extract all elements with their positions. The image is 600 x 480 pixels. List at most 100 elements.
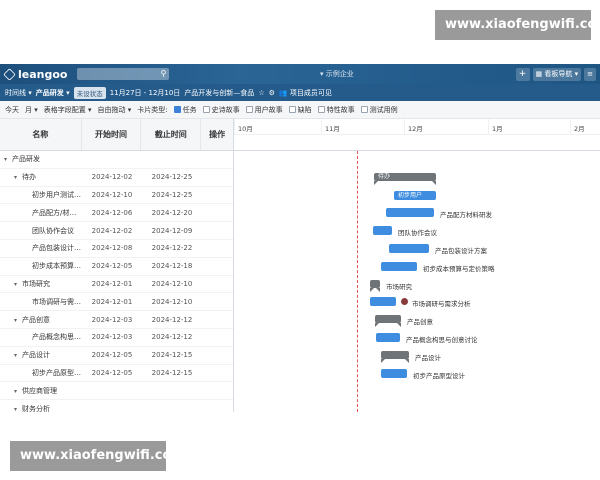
table-row[interactable]: ▾ 财务分析	[0, 400, 233, 412]
assignee-avatar[interactable]	[401, 298, 408, 306]
table-row[interactable]: 产品包装设计方案 2024-12-08 2024-12-22	[0, 240, 233, 258]
members-visibility[interactable]: 👥 项目成员可见	[279, 88, 332, 98]
field-config-select[interactable]: 表格字段配置 ▾	[44, 105, 92, 115]
table-row[interactable]: 市场调研与需求... 2024-12-01 2024-12-10	[0, 293, 233, 312]
filter-4[interactable]: 特性故事	[317, 105, 355, 115]
scale-select[interactable]: 月 ▾	[25, 105, 38, 115]
bar-label: 产品配方材料研发	[440, 211, 492, 220]
table-row[interactable]: 产品配方/材料研发 2024-12-06 2024-12-20	[0, 204, 233, 223]
task-bar[interactable]: 初步用户	[394, 190, 436, 200]
row-name[interactable]: 市场调研与需求...	[0, 297, 82, 307]
row-name[interactable]: ▾ 供应商管理	[0, 386, 82, 396]
menu-button[interactable]: ≡	[584, 67, 596, 81]
today-line	[357, 151, 358, 412]
collapse-icon[interactable]: ▾	[14, 317, 22, 324]
project-label: 产品研发	[35, 88, 64, 97]
filter-3[interactable]: 缺陷	[288, 105, 312, 115]
row-end: 2024-12-18	[151, 262, 193, 271]
row-name-text: 财务分析	[22, 404, 50, 412]
month-label: 12月	[408, 125, 423, 133]
search-icon[interactable]: ⚲	[161, 69, 167, 78]
group-bar[interactable]	[370, 279, 380, 292]
row-name[interactable]: 初步成本预算与...	[0, 261, 82, 271]
row-name[interactable]: ▾ 产品研发	[0, 154, 82, 164]
collapse-icon[interactable]: ▾	[14, 174, 22, 181]
row-name[interactable]: 产品概念构思与...	[0, 332, 82, 342]
bar-label: 产品包装设计方案	[435, 247, 487, 255]
filter-0[interactable]: 任务	[173, 105, 197, 115]
today-button[interactable]: 今天	[5, 105, 19, 115]
table-row[interactable]: ▾ 产品研发	[0, 151, 233, 169]
row-start: 2024-12-01	[91, 279, 133, 288]
table-row[interactable]: ▾ 待办 2024-12-02 2024-12-25	[0, 169, 233, 187]
table-row[interactable]: ▾ 市场研究 2024-12-01 2024-12-10	[0, 276, 233, 294]
row-name[interactable]: ▾ 产品创意	[0, 315, 82, 325]
checkbox[interactable]	[173, 106, 181, 113]
table-row[interactable]: ▾ 产品设计 2024-12-05 2024-12-15	[0, 347, 233, 365]
task-bar[interactable]	[386, 208, 434, 218]
checkbox[interactable]	[288, 106, 296, 113]
group-bar[interactable]	[381, 350, 409, 363]
row-name[interactable]: 团队协作会议	[0, 226, 82, 236]
row-name[interactable]: ▾ 市场研究	[0, 279, 82, 289]
row-name[interactable]: ▾ 财务分析	[0, 404, 82, 412]
col-start[interactable]: 开始时间	[82, 119, 142, 150]
task-bar[interactable]	[376, 333, 400, 342]
task-table: 名称 开始时间 截止时间 操作 ▾ 产品研发 ▾ 待办 2024-12-02 2024-1…	[0, 119, 234, 412]
task-bar[interactable]	[373, 226, 392, 236]
col-end[interactable]: 截止时间	[141, 119, 202, 150]
row-name-text: 产品研发	[12, 155, 40, 164]
board-path[interactable]: 产品开发与创新—食品	[184, 88, 254, 98]
people-icon: 👥	[278, 88, 288, 97]
row-name[interactable]: ▾ 产品设计	[0, 350, 82, 360]
table-row[interactable]: ▾ 供应商管理	[0, 382, 233, 401]
month-label: 2月	[574, 125, 585, 133]
checkbox[interactable]	[202, 106, 210, 113]
settings-icon[interactable]: ⚙	[269, 89, 275, 97]
view-switcher[interactable]: 时间线 ▾	[5, 88, 32, 98]
group-bar[interactable]	[375, 315, 401, 328]
row-name[interactable]: 产品包装设计方案	[0, 243, 82, 253]
table-row[interactable]: 初步用户测试与... 2024-12-10 2024-12-25	[0, 187, 233, 205]
row-name[interactable]: ▾ 待办	[0, 172, 82, 182]
drag-mode-select[interactable]: 自由拖动 ▾	[98, 105, 132, 115]
collapse-icon[interactable]: ▾	[14, 281, 22, 288]
menu-icon: ≡	[587, 70, 593, 78]
task-bar[interactable]	[381, 261, 417, 271]
collapse-icon[interactable]: ▾	[14, 352, 22, 359]
checkbox[interactable]	[245, 106, 253, 113]
org-switcher[interactable]: ▾ 示例企业	[320, 69, 354, 79]
add-button[interactable]: +	[515, 67, 530, 81]
table-row[interactable]: 产品概念构思与... 2024-12-03 2024-12-12	[0, 329, 233, 347]
search-input[interactable]: ⚲	[77, 68, 170, 80]
group-bar[interactable]: 待办	[374, 172, 436, 185]
star-icon[interactable]: ☆	[258, 89, 264, 97]
table-row[interactable]: 初步成本预算与... 2024-12-05 2024-12-18	[0, 258, 233, 276]
table-row[interactable]: 团队协作会议 2024-12-02 2024-12-09	[0, 222, 233, 240]
project-switcher[interactable]: 产品研发 ▾	[36, 88, 70, 98]
filter-1[interactable]: 史诗故事	[202, 105, 240, 115]
col-name[interactable]: 名称	[0, 119, 82, 150]
row-name[interactable]: 初步产品原型设计	[0, 368, 82, 378]
checkbox[interactable]	[360, 106, 368, 113]
row-name-text: 市场研究	[22, 279, 50, 288]
table-row[interactable]: ▾ 产品创意 2024-12-03 2024-12-12	[0, 311, 233, 329]
filter-5[interactable]: 测试用例	[360, 105, 398, 115]
board-nav-button[interactable]: ▦ 看板导航 ▾	[532, 67, 582, 81]
row-name[interactable]: 初步用户测试与...	[0, 190, 82, 200]
collapse-icon[interactable]: ▾	[14, 388, 22, 395]
logo[interactable]: leangoo	[3, 68, 67, 81]
filter-2[interactable]: 用户故事	[245, 105, 283, 115]
status-badge[interactable]: 未设状态	[73, 86, 106, 99]
month-divider	[321, 119, 322, 135]
timeline-pane[interactable]: 10月 11月 12月 1月 2月 待办 初步用户 产品配方材料研发 团队协作会议 产品包装设计…	[234, 119, 600, 412]
collapse-icon[interactable]: ▾	[4, 156, 12, 163]
collapse-icon[interactable]: ▾	[14, 406, 22, 412]
row-end: 2024-12-12	[151, 315, 193, 324]
checkbox[interactable]	[317, 106, 325, 113]
table-row[interactable]: 初步产品原型设计 2024-12-05 2024-12-15	[0, 365, 233, 383]
row-name[interactable]: 产品配方/材料研发	[0, 208, 82, 218]
task-bar[interactable]	[389, 244, 429, 253]
task-bar[interactable]	[381, 368, 407, 378]
task-bar[interactable]	[370, 297, 396, 307]
